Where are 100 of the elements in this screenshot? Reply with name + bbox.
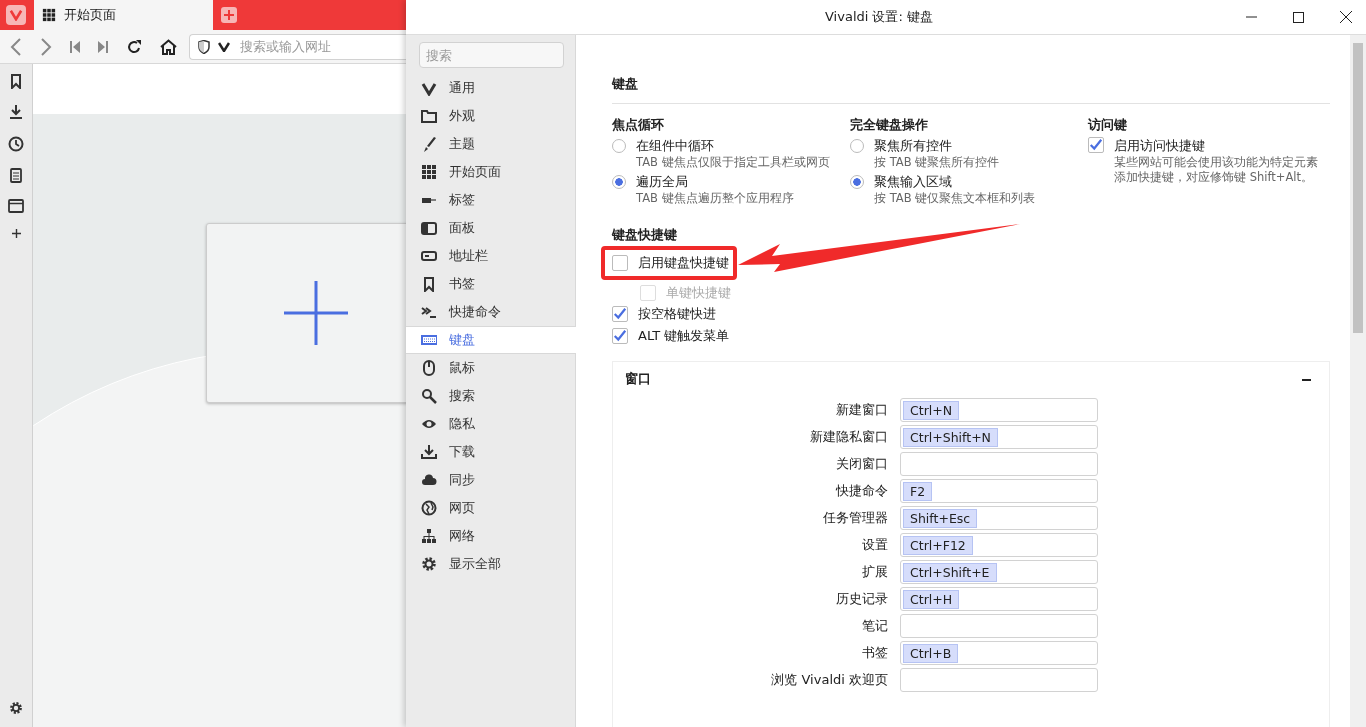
section-title: 键盘 xyxy=(612,75,1330,104)
panel-icon xyxy=(421,220,437,236)
shortcut-field[interactable]: F2 xyxy=(900,479,1098,503)
shortcut-field[interactable] xyxy=(900,614,1098,638)
shortcut-label: 设置 xyxy=(861,536,888,554)
plus-icon xyxy=(284,281,348,345)
vivaldi-logo-icon[interactable] xyxy=(6,5,26,25)
notes-icon[interactable] xyxy=(10,168,22,183)
settings-nav-item[interactable]: 下载 xyxy=(406,438,575,466)
shortcut-label: 历史记录 xyxy=(835,590,888,608)
bookmark-icon xyxy=(421,276,437,292)
mouse-icon xyxy=(421,360,437,376)
settings-nav-item[interactable]: 通用 xyxy=(406,74,575,102)
address-bar-icon xyxy=(421,248,437,264)
option-label: 启用键盘快捷键 xyxy=(638,254,729,272)
group-title: 访问键 xyxy=(1088,116,1128,134)
shortcut-label: 新建窗口 xyxy=(835,401,888,419)
option-description: 按 TAB 键聚焦所有控件 xyxy=(874,155,1000,170)
reload-icon[interactable] xyxy=(126,38,142,55)
settings-nav-item[interactable]: 面板 xyxy=(406,214,575,242)
option-description: TAB 键焦点仅限于指定工具栏或网页 xyxy=(636,155,830,170)
maximize-icon[interactable] xyxy=(1293,11,1304,23)
radio-button[interactable] xyxy=(850,175,864,189)
settings-icon[interactable] xyxy=(9,701,23,715)
option-label: 单键快捷键 xyxy=(666,284,731,302)
checkbox[interactable] xyxy=(612,255,628,271)
shortcut-label: 扩展 xyxy=(861,563,888,581)
option-label: 遍历全局 xyxy=(636,173,689,191)
keyboard-icon xyxy=(421,332,437,348)
search-icon xyxy=(421,388,437,404)
key-chip: Ctrl+Shift+N xyxy=(903,427,998,447)
key-chip: Ctrl+B xyxy=(903,643,959,663)
panel-title: 窗口 xyxy=(625,370,651,388)
shortcut-field[interactable] xyxy=(900,452,1098,476)
shortcut-label: 书签 xyxy=(861,644,888,662)
option-description: 按 TAB 键仅聚焦文本框和列表 xyxy=(874,191,1036,206)
settings-nav-item[interactable]: 开始页面 xyxy=(406,158,575,186)
fast-forward-icon[interactable] xyxy=(98,40,108,53)
back-icon[interactable] xyxy=(10,37,22,56)
shortcut-field[interactable]: Shift+Esc xyxy=(900,506,1098,530)
search-field[interactable]: 搜索 xyxy=(419,42,564,68)
settings-nav-item[interactable]: 快捷命令 xyxy=(406,298,575,326)
key-chip: Ctrl+Shift+E xyxy=(903,562,997,582)
settings-nav-item[interactable]: 网页 xyxy=(406,494,575,522)
key-chip: Shift+Esc xyxy=(903,508,978,528)
settings-nav-item[interactable]: 外观 xyxy=(406,102,575,130)
shortcut-label: 关闭窗口 xyxy=(835,455,888,473)
key-chip: Ctrl+H xyxy=(903,589,960,609)
group-title: 完全键盘操作 xyxy=(850,116,929,134)
settings-nav-item[interactable]: 网络 xyxy=(406,522,575,550)
shortcut-label: 笔记 xyxy=(861,617,888,635)
option-label: 启用访问快捷键 xyxy=(1114,137,1206,155)
new-tab-button[interactable] xyxy=(221,7,237,23)
option-label: 聚焦所有控件 xyxy=(874,137,953,155)
settings-nav-item[interactable]: 搜索 xyxy=(406,382,575,410)
shortcut-field[interactable]: Ctrl+N xyxy=(900,398,1098,422)
settings-nav-item[interactable]: 地址栏 xyxy=(406,242,575,270)
globe-icon xyxy=(421,500,437,516)
close-icon[interactable] xyxy=(1340,11,1352,23)
settings-nav-item[interactable]: 书签 xyxy=(406,270,575,298)
download-icon[interactable] xyxy=(9,105,23,120)
add-panel-icon[interactable] xyxy=(11,229,21,238)
radio-button[interactable] xyxy=(612,175,626,189)
group-title: 焦点循环 xyxy=(612,116,665,134)
grid-icon xyxy=(42,8,56,22)
checkbox[interactable] xyxy=(1088,137,1104,153)
settings-nav-item[interactable]: 同步 xyxy=(406,466,575,494)
shortcut-label: 任务管理器 xyxy=(822,509,888,527)
shortcut-field[interactable]: Ctrl+Shift+N xyxy=(900,425,1098,449)
shortcut-field[interactable]: Ctrl+H xyxy=(900,587,1098,611)
settings-nav-item[interactable]: 标签 xyxy=(406,186,575,214)
forward-icon[interactable] xyxy=(40,37,52,56)
address-input[interactable]: 搜索或输入网址 xyxy=(238,38,392,55)
settings-nav-item[interactable]: 隐私 xyxy=(406,410,575,438)
address-field[interactable]: 搜索或输入网址 xyxy=(189,33,406,60)
scrollbar-thumb[interactable] xyxy=(1353,43,1363,333)
shortcut-label: 新建隐私窗口 xyxy=(809,428,888,446)
settings-nav-item[interactable]: 显示全部 xyxy=(406,550,575,578)
rewind-icon[interactable] xyxy=(70,40,80,53)
checkbox[interactable] xyxy=(612,328,628,344)
option-label: 在组件中循环 xyxy=(636,137,715,155)
window-icon[interactable] xyxy=(8,199,24,213)
browser-tab[interactable]: 开始页面 xyxy=(34,0,213,30)
shortcut-field[interactable] xyxy=(900,668,1098,692)
bookmark-icon[interactable] xyxy=(10,74,22,89)
settings-icon xyxy=(421,556,437,572)
option-label: 按空格键快进 xyxy=(638,305,716,323)
checkbox[interactable] xyxy=(612,306,628,322)
shortcut-field[interactable]: Ctrl+B xyxy=(900,641,1098,665)
home-icon[interactable] xyxy=(160,38,177,55)
network-icon xyxy=(421,528,437,544)
shortcut-field[interactable]: Ctrl+Shift+E xyxy=(900,560,1098,584)
download-icon xyxy=(421,444,437,460)
clock-icon[interactable] xyxy=(8,136,24,152)
add-speed-dial-tile[interactable] xyxy=(206,223,406,403)
option-description: 某些网站可能会使用该功能为特定元素添加快捷键，对应修饰键 Shift+Alt。 xyxy=(1114,155,1318,185)
shortcut-field[interactable]: Ctrl+F12 xyxy=(900,533,1098,557)
settings-nav-item[interactable]: 主题 xyxy=(406,130,575,158)
settings-nav-item[interactable]: 键盘 xyxy=(406,326,576,354)
settings-nav-item[interactable]: 鼠标 xyxy=(406,354,575,382)
